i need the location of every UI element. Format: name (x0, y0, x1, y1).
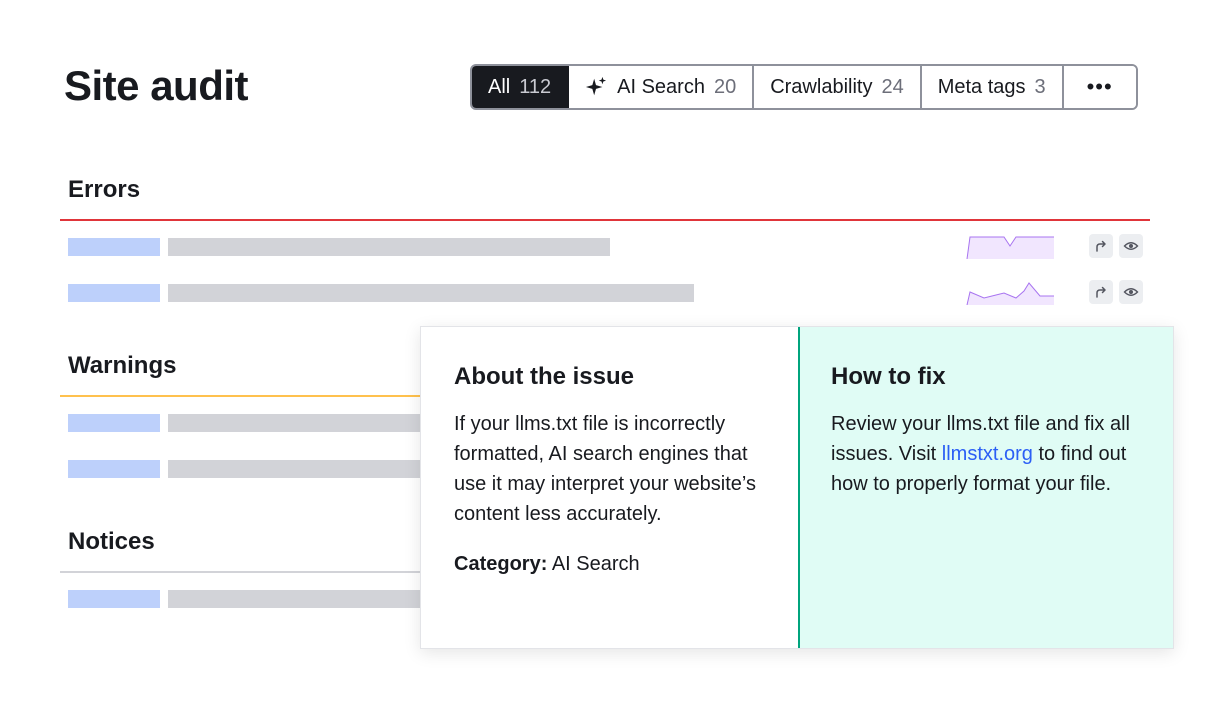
issue-count-placeholder (68, 460, 160, 478)
issue-category: Category: AI Search (454, 553, 766, 576)
issue-text-placeholder (168, 284, 694, 302)
tab-meta-tags-count: 3 (1034, 75, 1046, 98)
warnings-heading: Warnings (68, 352, 177, 379)
tab-meta-tags-label: Meta tags (937, 75, 1026, 98)
sparkle-icon (586, 76, 607, 96)
share-arrow-icon (1096, 240, 1106, 252)
tab-ai-search-label: AI Search (617, 75, 705, 98)
about-issue-text: If your llms.txt file is incorrectly for… (454, 413, 756, 525)
eye-icon (1123, 242, 1139, 250)
issue-text-placeholder (168, 460, 422, 478)
warnings-divider (60, 395, 422, 397)
page-title: Site audit (64, 62, 249, 109)
view-button[interactable] (1119, 280, 1143, 304)
issue-text-placeholder (168, 590, 422, 608)
tab-ai-search-count: 20 (713, 75, 737, 98)
more-tabs-button[interactable]: ••• (1063, 66, 1136, 108)
how-to-fix-panel: How to fix Review your llms.txt file and… (798, 327, 1173, 648)
more-icon: ••• (1086, 74, 1113, 99)
trend-sparkline (966, 236, 1054, 259)
share-arrow-icon (1096, 286, 1106, 298)
issue-details-popup: About the issue If your llms.txt file is… (420, 326, 1174, 649)
issue-count-placeholder (68, 414, 160, 432)
eye-icon (1123, 288, 1139, 296)
errors-divider (60, 219, 1150, 221)
tab-crawlability-count: 24 (881, 75, 904, 98)
tab-all[interactable]: All 112 (472, 66, 570, 108)
notices-divider (60, 571, 422, 573)
trend-sparkline (966, 282, 1054, 305)
category-label: Category: (454, 553, 548, 575)
notices-heading: Notices (68, 528, 155, 555)
issue-count-placeholder (68, 238, 160, 256)
issue-text-placeholder (168, 238, 610, 256)
issue-count-placeholder (68, 284, 160, 302)
issue-count-placeholder (68, 590, 160, 608)
issue-text-placeholder (168, 414, 422, 432)
tab-all-label: All (488, 75, 511, 98)
share-button[interactable] (1089, 280, 1113, 304)
about-issue-heading: About the issue (454, 363, 635, 390)
tab-crawlability-label: Crawlability (770, 75, 873, 98)
issue-filter-tabs: All 112 AI Search 20 Crawlability 24 Met… (470, 64, 1138, 110)
category-value: AI Search (551, 553, 640, 575)
view-button[interactable] (1119, 234, 1143, 258)
llmstxt-link[interactable]: llmstxt.org (942, 443, 1033, 465)
tab-all-count: 112 (519, 75, 552, 98)
how-to-fix-heading: How to fix (831, 363, 946, 390)
how-to-fix-text: Review your llms.txt file and fix all is… (831, 409, 1143, 499)
tab-crawlability[interactable]: Crawlability 24 (754, 66, 922, 108)
tab-meta-tags[interactable]: Meta tags 3 (921, 66, 1064, 108)
tab-ai-search[interactable]: AI Search 20 (569, 66, 755, 108)
errors-heading: Errors (68, 176, 141, 203)
about-issue-panel: About the issue If your llms.txt file is… (421, 327, 798, 648)
share-button[interactable] (1089, 234, 1113, 258)
